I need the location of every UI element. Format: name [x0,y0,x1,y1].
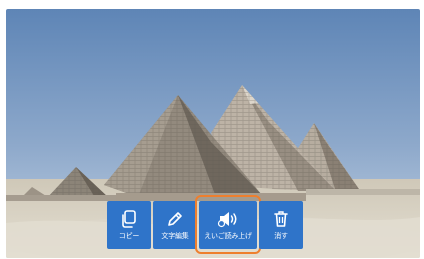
speaker-icon [217,212,237,228]
pencil-icon [168,212,182,226]
edit-text-button[interactable]: 文字編集 [153,201,197,249]
distant-ground [306,189,420,195]
copy-icon [122,210,136,228]
edit-text-button-label: 文字編集 [161,232,189,240]
ground-ruins [116,193,306,201]
copy-button[interactable]: コピー [107,201,151,249]
delete-button-label: 消す [274,232,288,240]
copy-button-label: コピー [118,232,140,240]
read-aloud-english-button[interactable]: えいご読み上げ [195,195,261,254]
action-toolbar: コピー 文字編集 えいご読み上げ 消す [107,195,303,254]
delete-button[interactable]: 消す [259,201,303,249]
read-aloud-english-button-label: えいご読み上げ [204,232,252,240]
trash-icon [274,211,288,227]
